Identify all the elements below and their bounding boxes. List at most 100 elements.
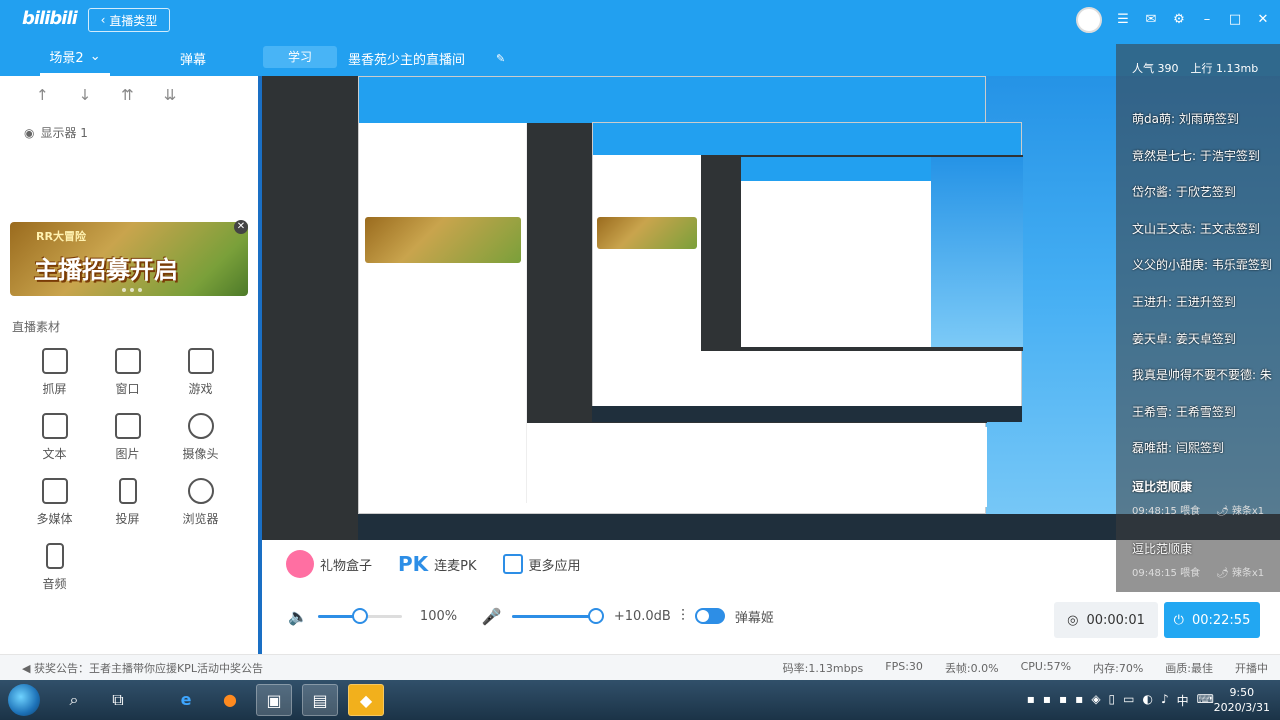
popularity-label: 人气 [1132,62,1154,75]
live-timer: 00:22:55 [1191,612,1251,628]
upload-value: 1.13mb [1216,62,1259,75]
ime-indicator[interactable]: 中 [1177,692,1189,709]
media-icon [41,478,68,504]
source-label: 图片 [115,447,140,461]
tray-app-icon[interactable]: ▪ [1075,692,1083,709]
task-view-icon[interactable]: ⧉ [100,684,136,716]
mic-slider[interactable] [511,607,604,624]
banner-title: 主播招募开启 [34,256,178,284]
pk-button[interactable]: PK 连麦PK [398,552,477,576]
tray-network-icon[interactable]: ◐ [1143,692,1153,709]
microphone-icon[interactable]: 🎤 [482,607,502,626]
browser-icon [187,478,214,504]
pk-icon: PK [398,552,429,576]
source-crop[interactable]: 抓屏 [18,348,91,397]
record-icon: ◎ [1067,612,1079,628]
bilibili-live-taskbar-icon[interactable]: ▣ [256,684,292,716]
tray-usb-icon[interactable]: ▯ [1109,692,1116,709]
source-window[interactable]: 窗口 [91,348,164,397]
tab-danmaku[interactable]: 弹幕 [180,40,206,76]
grid-icon [502,554,523,574]
move-down-icon[interactable]: ↓ [79,86,92,104]
source-media[interactable]: 多媒体 [18,478,91,527]
tray-volume-icon[interactable]: ♪ [1161,692,1169,709]
start-button[interactable] [8,684,40,716]
danmaku-message: 文山王文志: 王文志签到 [1132,221,1260,236]
danmaku-message: 岱尔酱: 于欣艺签到 [1132,185,1236,200]
danmaku-message: 王希雪: 王希雪签到 [1132,404,1236,419]
announcement[interactable]: ◀ 获奖公告：王者主播带你应援KPL活动中奖公告 [22,660,263,676]
source-item-display[interactable]: ◉ 显示器 1 [24,124,88,141]
keyboard-icon[interactable]: ⌨ [1197,692,1214,709]
category-tag-button[interactable]: 学习 [263,46,337,68]
back-button-label: 直播类型 [109,13,158,28]
edit-icon[interactable]: ✎ [496,40,505,76]
tray-battery-icon[interactable]: ▭ [1123,692,1134,709]
banner-close-icon[interactable]: ✕ [234,220,248,234]
status-bar: ◀ 获奖公告：王者主播带你应援KPL活动中奖公告 码率:1.13mbps FPS… [0,654,1280,680]
ie-icon[interactable]: e [168,684,204,716]
source-image[interactable]: 图片 [91,413,164,462]
menu-icon[interactable]: ☰ [1116,13,1130,27]
firefox-icon[interactable]: ● [212,684,248,716]
record-button[interactable]: ◎ 00:00:01 [1054,602,1158,638]
tray-app-icon[interactable]: ▪ [1059,692,1067,709]
eye-icon[interactable]: ◉ [24,126,34,140]
live-type-back-button[interactable]: ‹ 直播类型 [88,8,170,32]
system-clock[interactable]: 9:50 2020/3/31 [1214,685,1270,715]
scene-selector[interactable]: 场景2 ⌄ [40,40,110,76]
source-label: 游戏 [188,382,213,396]
source-label: 浏览器 [182,512,219,526]
game-taskbar-icon[interactable]: ◆ [348,684,384,716]
source-browser[interactable]: 浏览器 [164,478,237,527]
danmaku-message: 竟然是七七: 于浩宇签到 [1132,148,1260,163]
move-bottom-icon[interactable]: ⇊ [164,86,177,104]
volume-slider[interactable] [317,607,402,624]
promo-banner[interactable]: RR大冒险 主播招募开启 [10,222,248,296]
danmaku-message: 我真是帅得不要不要德: 朱 [1132,368,1272,383]
announcement-text: 获奖公告：王者主播带你应援KPL活动中奖公告 [33,662,263,675]
gift-chili-icon: 🌶 [1216,506,1229,517]
volume-slider-knob[interactable] [351,607,368,624]
tray-app-icon[interactable]: ▪ [1027,692,1035,709]
maximize-icon[interactable]: □ [1228,13,1242,27]
speaker-icon[interactable]: 🔈 [288,607,308,626]
close-icon[interactable]: ✕ [1256,13,1270,27]
gear-icon[interactable]: ⚙ [1172,13,1186,27]
source-text[interactable]: 文本 [18,413,91,462]
danmaku-message: 王进升: 王进升签到 [1132,295,1236,309]
move-up-icon[interactable]: ↑ [36,86,49,104]
text-icon [41,413,68,439]
user-avatar[interactable] [1076,7,1102,33]
mic-slider-knob[interactable] [587,607,604,624]
source-music[interactable]: 音频 [18,543,91,592]
upload-label: 上行 [1190,62,1213,75]
danmaku-toggle[interactable] [694,608,725,624]
minimize-icon[interactable]: – [1200,13,1214,27]
stream-stats: 码率:1.13mbps FPS:30 丢帧:0.0% CPU:57% 内存:70… [783,660,1268,676]
tray-shield-icon[interactable]: ◈ [1091,692,1100,709]
gift-item-1-label: 辣条x1 [1231,506,1265,517]
source-label: 窗口 [115,382,140,396]
search-icon[interactable]: ⌕ [56,684,92,716]
gamepad-icon [187,348,214,374]
more-apps-button[interactable]: 更多应用 [502,554,581,574]
tray-app-icon[interactable]: ▪ [1043,692,1051,709]
mail-icon[interactable]: ✉ [1144,13,1158,27]
gift-box-button[interactable]: 礼物盒子 [286,550,372,578]
gift-chili-icon: 🌶 [1216,568,1229,579]
gift-icon [286,550,314,578]
danmaku-message: 姜天卓: 姜天卓签到 [1132,331,1236,346]
chevron-down-icon: ⌄ [89,49,101,64]
move-top-icon[interactable]: ⇈ [121,86,134,104]
stat-live-status: 开播中 [1235,662,1268,675]
live-button[interactable]: ⏻ 00:22:55 [1164,602,1260,638]
image-icon [114,413,141,439]
source-camera[interactable]: 摄像头 [164,413,237,462]
title-bar: bilibili ‹ 直播类型 ☰ ✉ ⚙ – □ ✕ [0,0,1280,40]
source-gamepad[interactable]: 游戏 [164,348,237,397]
mixer-icon[interactable]: ⫶ [681,606,685,626]
source-label: 投屏 [115,512,140,526]
source-phone[interactable]: 投屏 [91,478,164,527]
app-taskbar-icon[interactable]: ▤ [302,684,338,716]
